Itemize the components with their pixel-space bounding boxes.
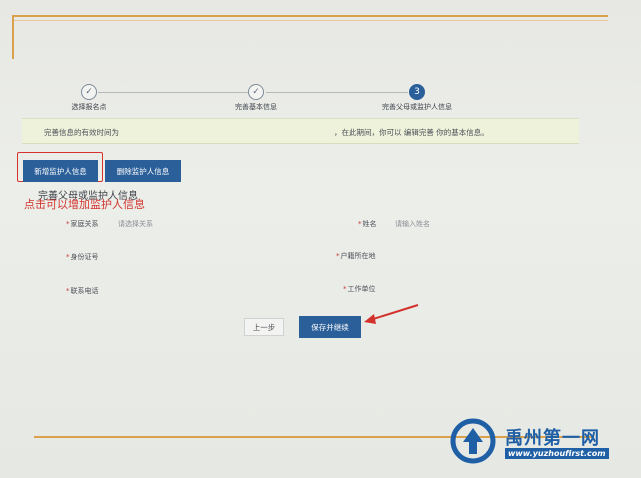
watermark-url: www.yuzhoufirst.com [505, 448, 609, 459]
id-card-label: *身份证号 [66, 253, 99, 261]
pointer-arrow-icon [364, 304, 419, 324]
watermark-logo-icon [450, 418, 496, 464]
watermark-name: 禹州第一网 [505, 428, 600, 449]
step-connector [98, 92, 248, 93]
save-and-continue-button[interactable]: 保存并继续 [299, 316, 361, 338]
top-rule [12, 15, 608, 17]
notice-left-text: 完善信息的有效时间为 [44, 128, 119, 137]
relation-label: *家庭关系 [66, 220, 99, 228]
notice-right-text: ，在此期间，你可以 编辑完善 你的基本信息。 [334, 128, 489, 137]
work-unit-label: *工作单位 [343, 285, 376, 293]
work-unit-input[interactable] [395, 284, 545, 293]
id-card-input[interactable] [118, 252, 268, 261]
add-guardian-button[interactable]: 新增监护人信息 [23, 160, 98, 182]
step-3-number: 3 [409, 84, 425, 100]
phone-label: *联系电话 [66, 287, 99, 295]
top-rule-inner [12, 20, 608, 21]
name-label: *姓名 [358, 220, 377, 228]
step-1-check-icon: ✓ [81, 84, 97, 100]
step-2-check-icon: ✓ [248, 84, 264, 100]
step-3-label: 完善父母或监护人信息 [382, 103, 452, 111]
step-1-label: 选择报名点 [71, 103, 107, 111]
phone-input[interactable] [118, 286, 268, 295]
residence-input[interactable] [395, 251, 545, 260]
page: ✓ 选择报名点 ✓ 完善基本信息 3 完善父母或监护人信息 完善信息的有效时间为… [0, 0, 641, 478]
step-2-label: 完善基本信息 [235, 103, 277, 111]
left-frame [12, 15, 14, 59]
step-connector [266, 92, 408, 93]
validity-notice: 完善信息的有效时间为 ，在此期间，你可以 编辑完善 你的基本信息。 [22, 118, 579, 144]
previous-step-button[interactable]: 上一步 [244, 318, 284, 336]
name-input[interactable]: 请输入姓名 [395, 219, 430, 229]
progress-stepper: ✓ 选择报名点 ✓ 完善基本信息 3 完善父母或监护人信息 [36, 80, 596, 116]
relation-select[interactable]: 请选择关系 [118, 219, 153, 229]
annotation-text: 点击可以增加监护人信息 [24, 198, 145, 211]
residence-label: *户籍所在地 [336, 252, 376, 260]
delete-guardian-button[interactable]: 删除监护人信息 [105, 160, 181, 182]
